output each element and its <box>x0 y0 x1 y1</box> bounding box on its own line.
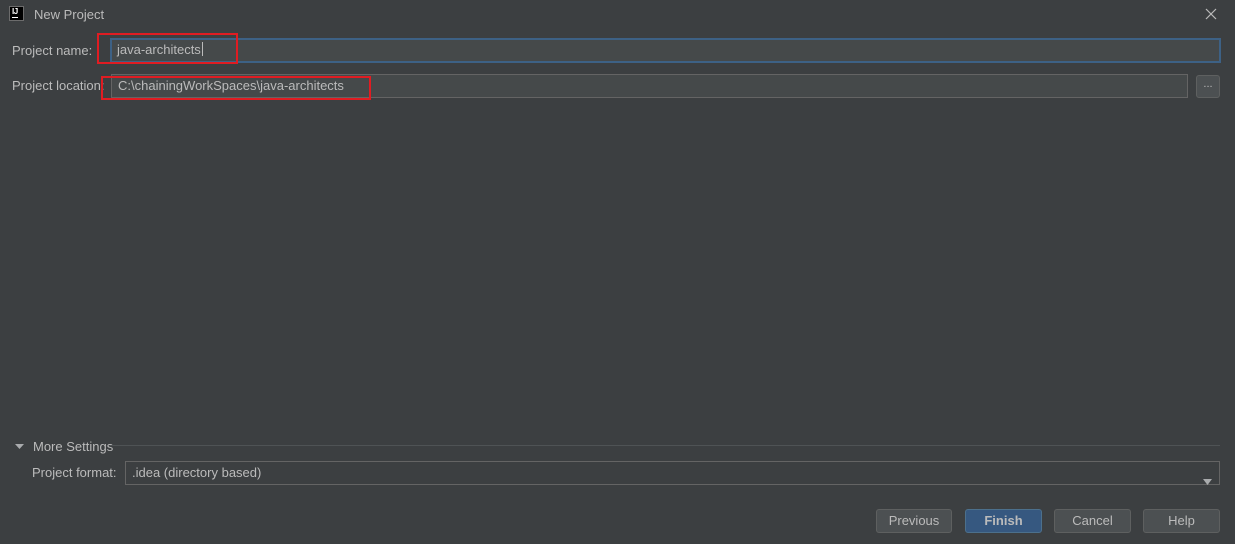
chevron-down-icon <box>1203 470 1212 492</box>
close-icon[interactable] <box>1201 5 1221 25</box>
more-settings-label[interactable]: More Settings <box>33 439 113 454</box>
finish-button[interactable]: Finish <box>965 509 1042 533</box>
more-settings-divider <box>110 445 1220 446</box>
project-name-input[interactable]: java-architects <box>110 38 1221 63</box>
project-name-label: Project name: <box>12 43 93 58</box>
highlight-box-project-name <box>97 33 238 64</box>
app-icon-bar <box>12 17 18 18</box>
project-format-value: .idea (directory based) <box>132 465 262 480</box>
triangle-down-icon[interactable] <box>14 440 25 451</box>
project-format-select[interactable]: .idea (directory based) <box>125 461 1220 485</box>
project-format-label: Project format: <box>32 465 117 480</box>
browse-button[interactable]: ... <box>1196 75 1220 98</box>
title-bar: IJ New Project <box>0 0 1235 30</box>
help-button[interactable]: Help <box>1143 509 1220 533</box>
previous-button[interactable]: Previous <box>876 509 952 533</box>
app-icon-text: IJ <box>12 7 18 16</box>
cancel-button[interactable]: Cancel <box>1054 509 1131 533</box>
window-title: New Project <box>34 7 105 22</box>
intellij-icon: IJ <box>9 6 24 21</box>
project-location-label: Project location: <box>12 78 105 93</box>
highlight-box-project-location <box>101 76 371 100</box>
